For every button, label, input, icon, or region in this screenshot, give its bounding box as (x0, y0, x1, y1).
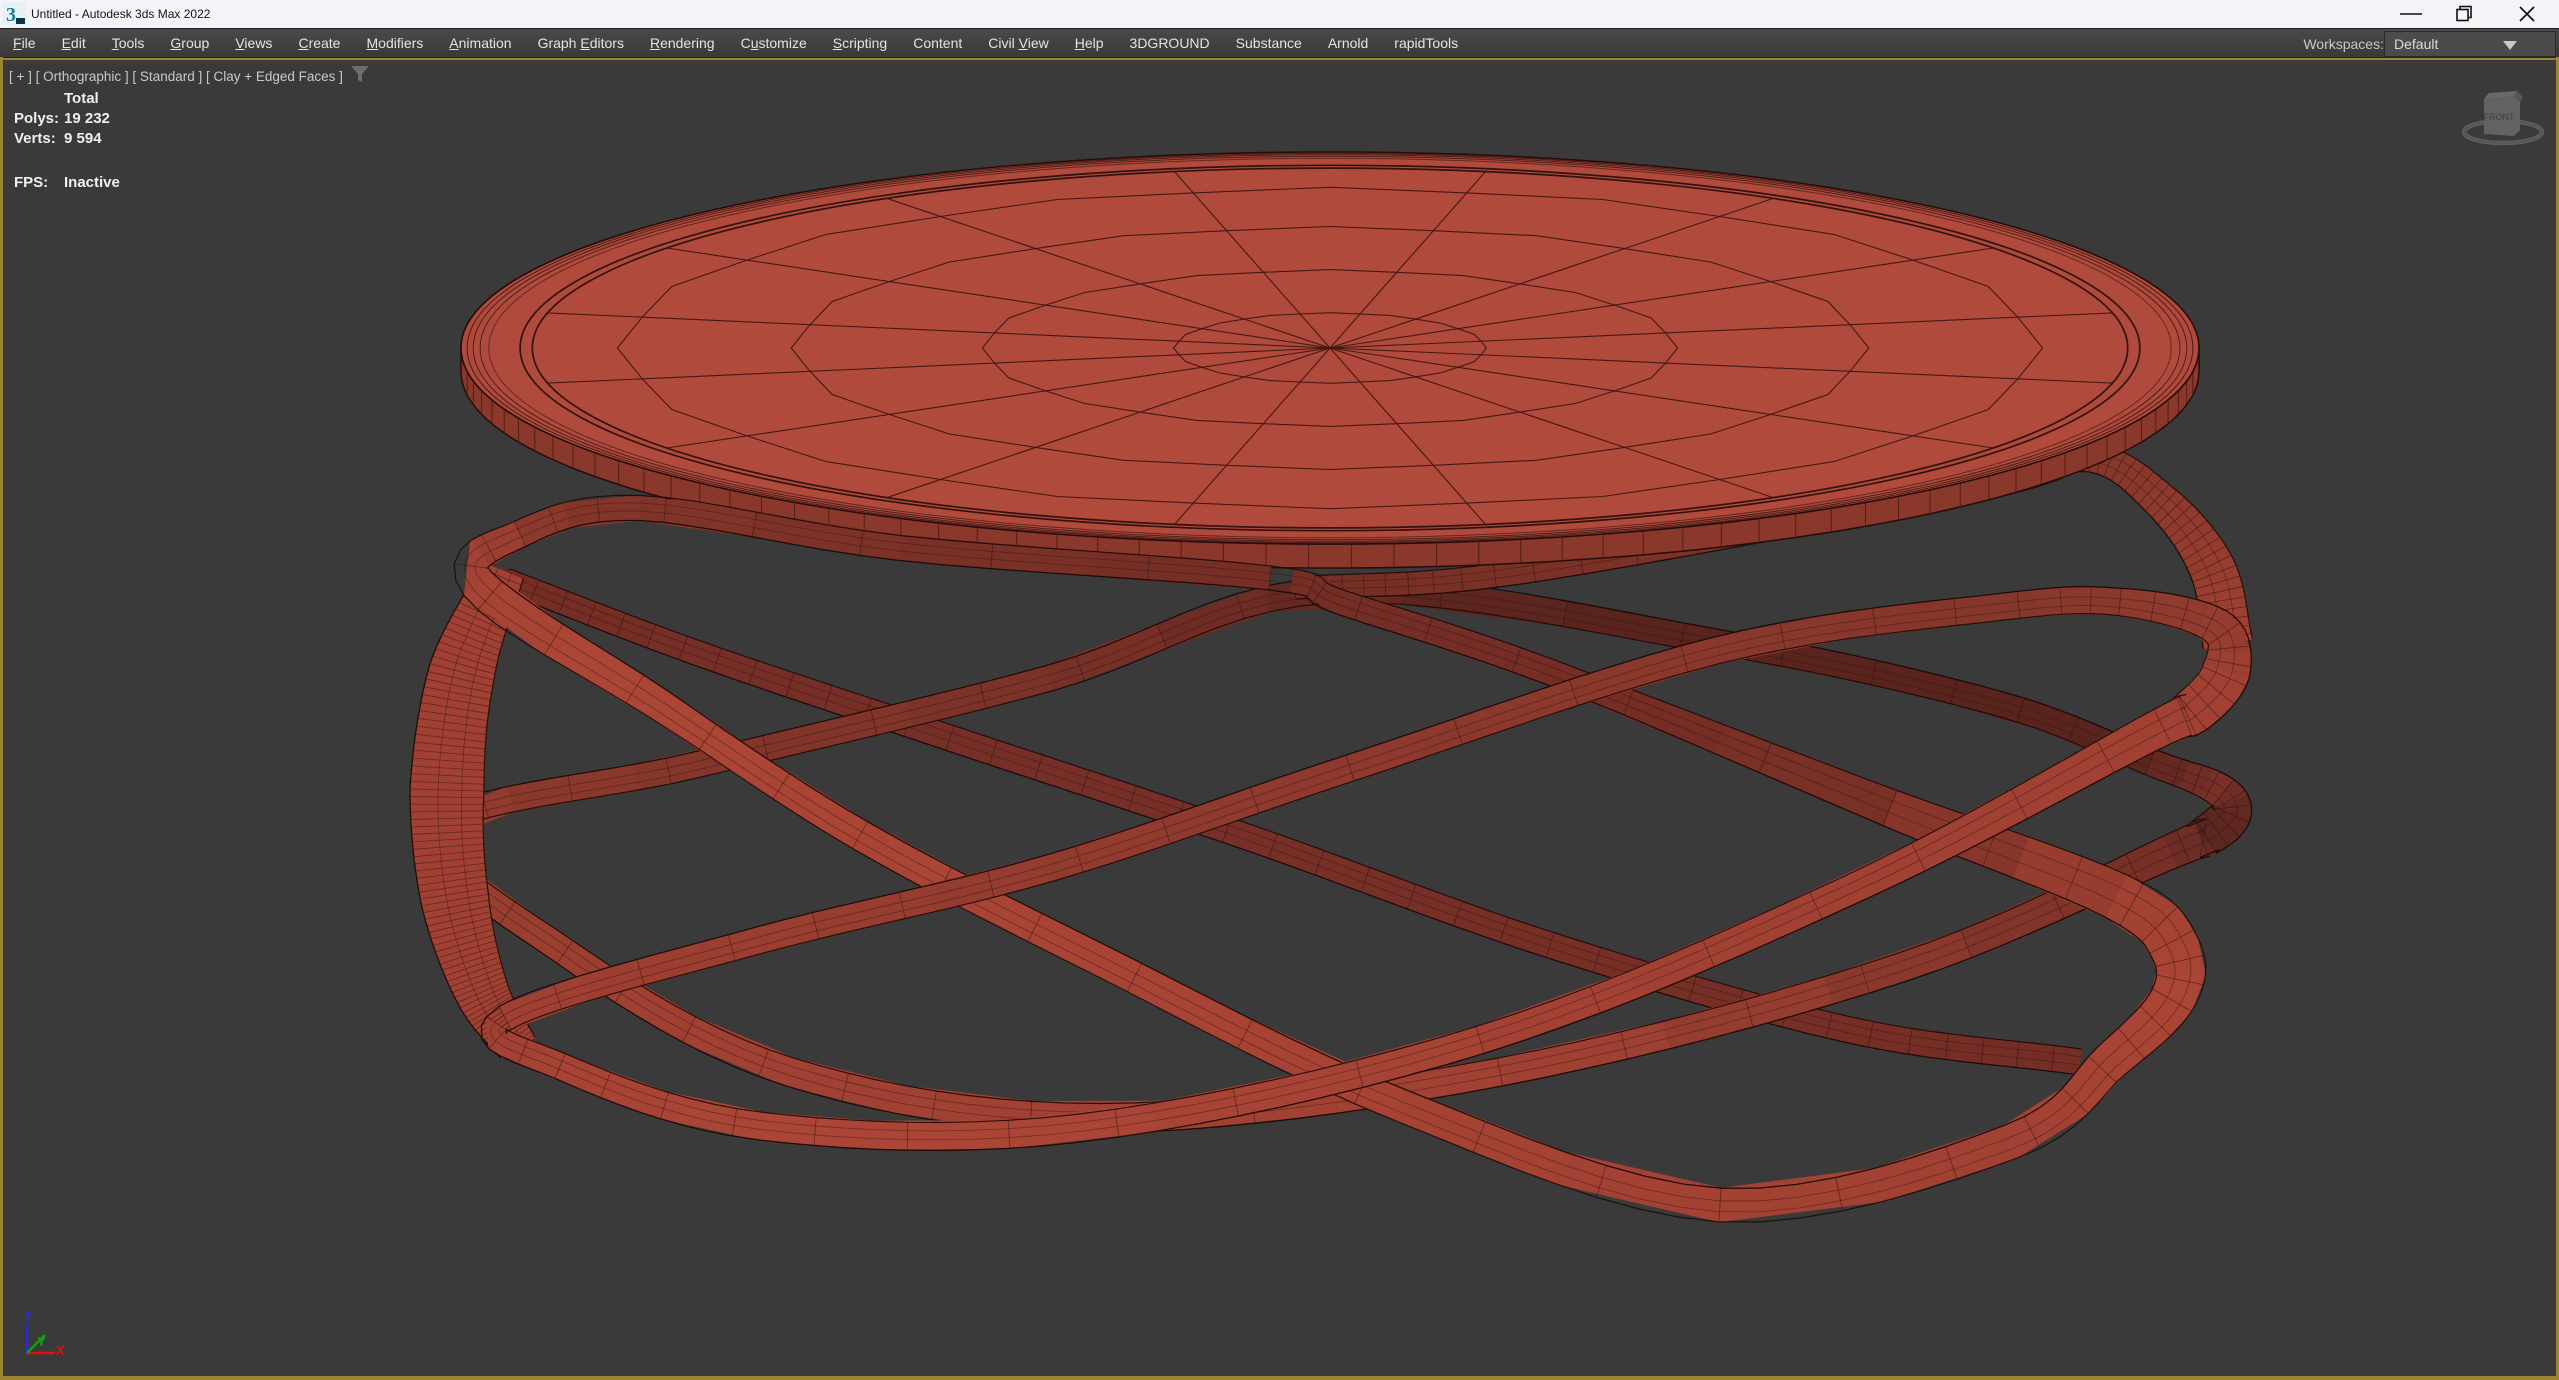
svg-text:FRONT: FRONT (2484, 112, 2515, 122)
svg-text:X: X (56, 1343, 65, 1358)
svg-text:Z: Z (24, 1308, 32, 1323)
svg-text:3: 3 (6, 4, 16, 26)
svg-text:Y: Y (37, 1334, 46, 1349)
